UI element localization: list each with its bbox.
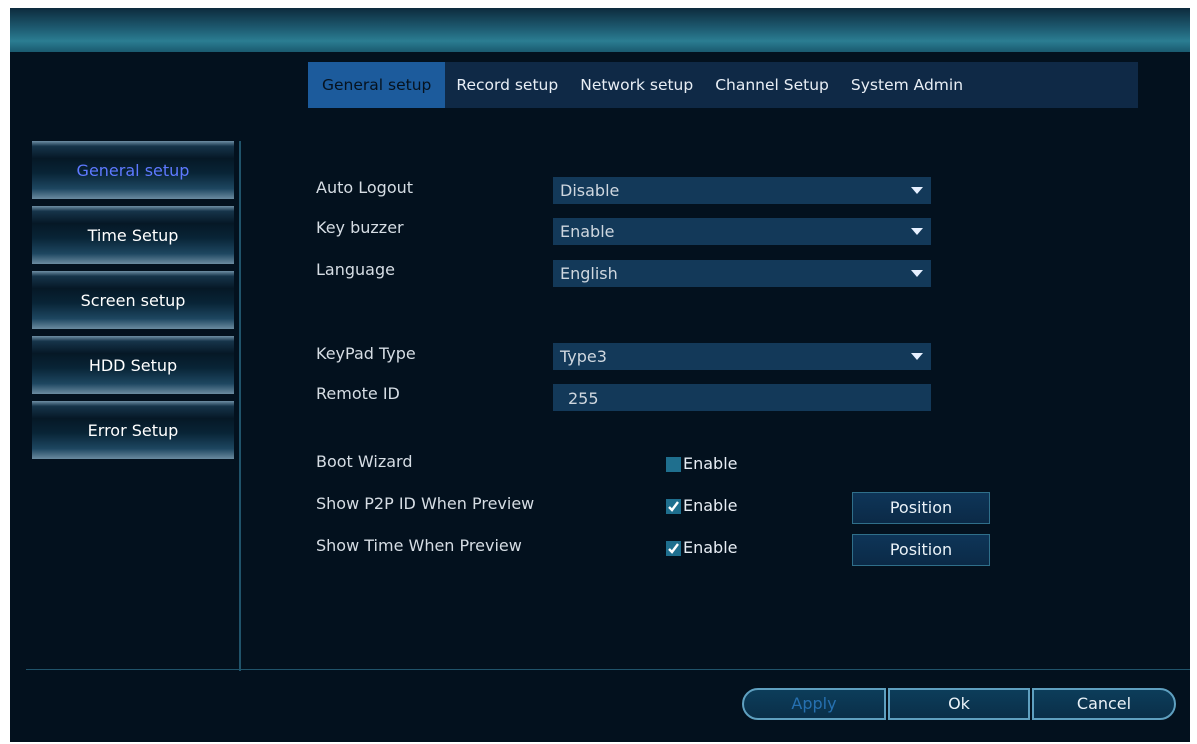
sidebar-item-label: General setup — [76, 160, 190, 180]
sidebar-item-screen-setup[interactable]: Screen setup — [32, 271, 234, 329]
settings-window: General setup Record setup Network setup… — [10, 8, 1190, 742]
apply-button[interactable]: Apply — [742, 688, 886, 720]
tab-network-setup[interactable]: Network setup — [569, 62, 704, 108]
sidebar-item-label: Error Setup — [87, 420, 179, 440]
top-tab-bar: General setup Record setup Network setup… — [308, 62, 1138, 108]
sidebar-item-time-setup[interactable]: Time Setup — [32, 206, 234, 264]
show-p2p-id-checkbox[interactable] — [666, 499, 681, 514]
time-position-button[interactable]: Position — [852, 534, 990, 566]
auto-logout-value: Disable — [560, 181, 620, 200]
boot-wizard-checkbox[interactable] — [666, 457, 681, 472]
title-bar — [10, 8, 1190, 52]
show-time-checkbox[interactable] — [666, 541, 681, 556]
dropdown-arrow-icon — [911, 353, 923, 360]
show-time-enable-label[interactable]: Enable — [683, 538, 738, 557]
keypad-type-label: KeyPad Type — [316, 344, 416, 363]
sidebar-item-label: HDD Setup — [88, 355, 178, 375]
p2p-id-position-button[interactable]: Position — [852, 492, 990, 524]
sidebar-item-error-setup[interactable]: Error Setup — [32, 401, 234, 459]
auto-logout-label: Auto Logout — [316, 178, 414, 197]
language-value: English — [560, 264, 618, 283]
vertical-divider — [239, 141, 241, 671]
action-button-group: Apply Ok Cancel — [742, 688, 1176, 720]
keypad-type-select[interactable]: Type3 — [553, 343, 931, 370]
tab-general-setup[interactable]: General setup — [308, 62, 446, 108]
auto-logout-select[interactable]: Disable — [553, 177, 931, 204]
language-label: Language — [316, 260, 395, 279]
tab-record-setup[interactable]: Record setup — [445, 62, 569, 108]
ok-button[interactable]: Ok — [888, 688, 1030, 720]
show-p2p-id-enable-label[interactable]: Enable — [683, 496, 738, 515]
key-buzzer-label: Key buzzer — [316, 218, 404, 237]
key-buzzer-value: Enable — [560, 222, 615, 241]
tab-channel-setup[interactable]: Channel Setup — [704, 62, 840, 108]
sidebar-item-hdd-setup[interactable]: HDD Setup — [32, 336, 234, 394]
sidebar: General setup Time Setup Screen setup HD… — [32, 141, 234, 466]
dropdown-arrow-icon — [911, 228, 923, 235]
dropdown-arrow-icon — [911, 270, 923, 277]
keypad-type-value: Type3 — [560, 347, 607, 366]
horizontal-divider — [26, 669, 1190, 670]
checkmark-icon — [668, 543, 679, 554]
boot-wizard-label: Boot Wizard — [316, 452, 413, 471]
show-time-label: Show Time When Preview — [316, 536, 522, 555]
cancel-button[interactable]: Cancel — [1032, 688, 1176, 720]
sidebar-item-general-setup[interactable]: General setup — [32, 141, 234, 199]
sidebar-item-label: Time Setup — [87, 225, 179, 245]
sidebar-item-label: Screen setup — [80, 290, 186, 310]
show-p2p-id-label: Show P2P ID When Preview — [316, 494, 535, 513]
boot-wizard-enable-label[interactable]: Enable — [683, 454, 738, 473]
dropdown-arrow-icon — [911, 187, 923, 194]
language-select[interactable]: English — [553, 260, 931, 287]
key-buzzer-select[interactable]: Enable — [553, 218, 931, 245]
remote-id-input[interactable]: 255 — [553, 384, 931, 411]
checkmark-icon — [668, 501, 679, 512]
remote-id-label: Remote ID — [316, 384, 400, 403]
tab-system-admin[interactable]: System Admin — [840, 62, 974, 108]
